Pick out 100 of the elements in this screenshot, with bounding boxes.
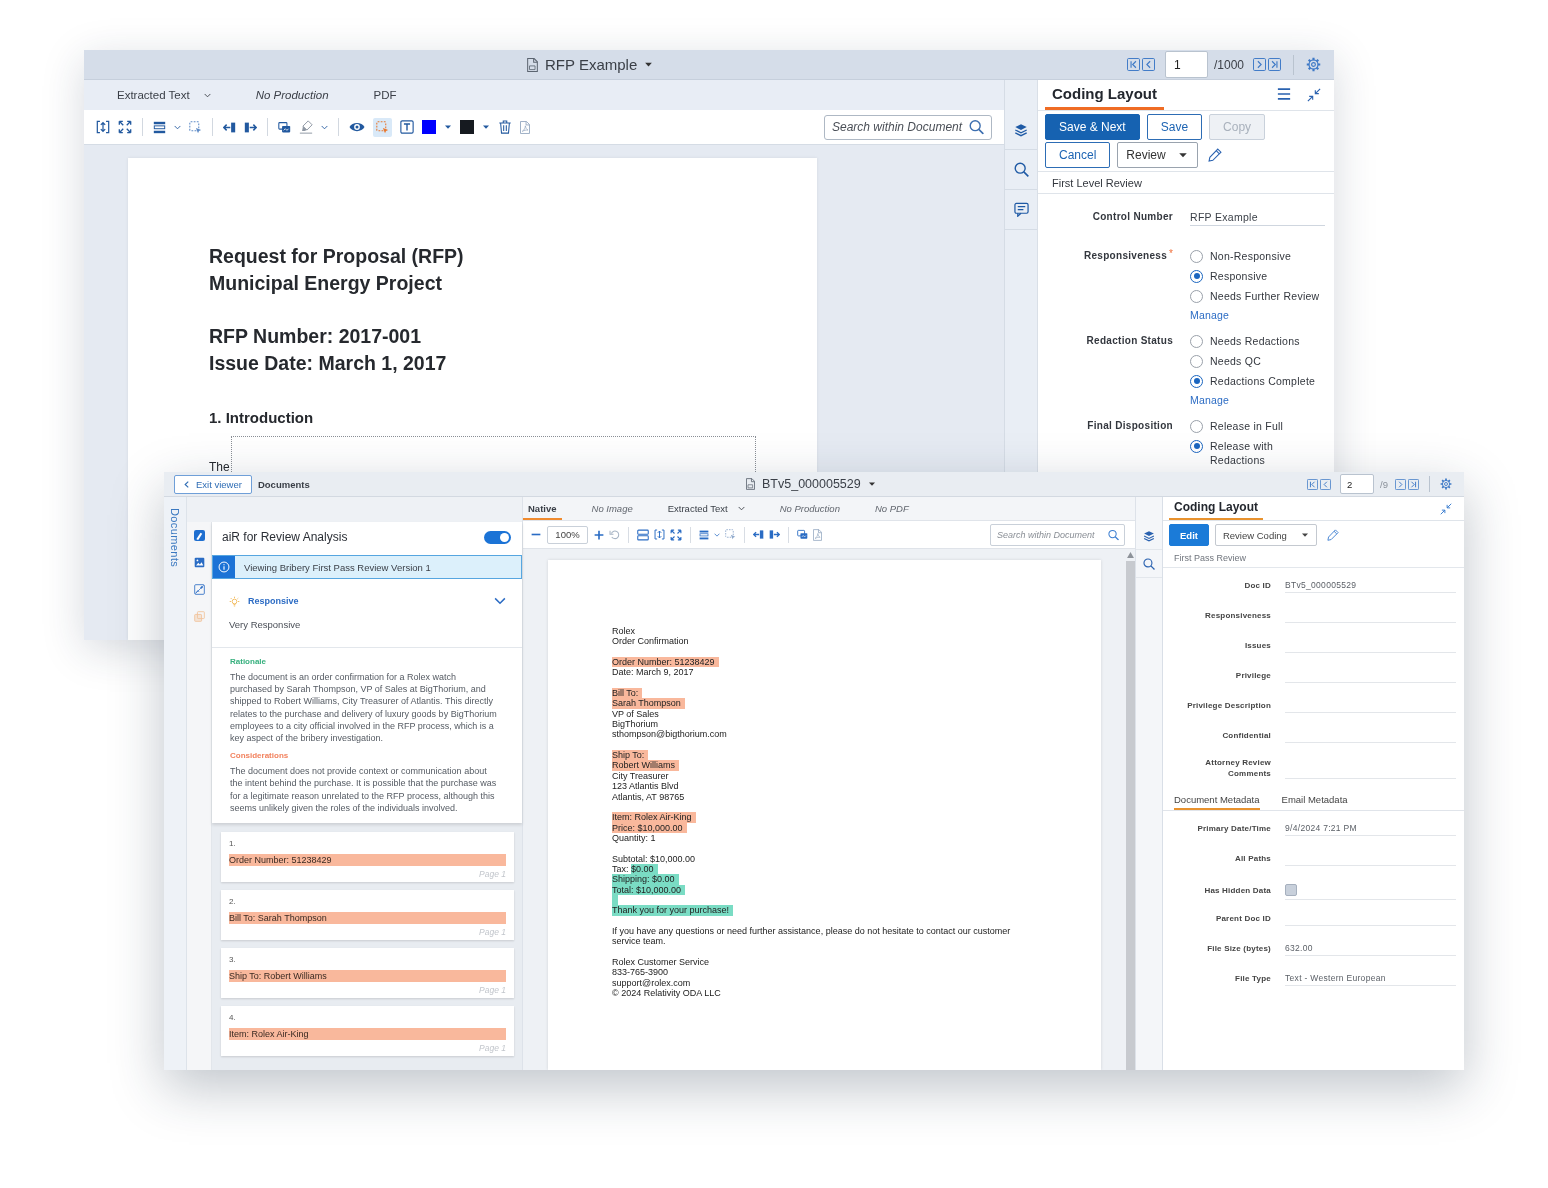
zoom-in-icon[interactable] [594,529,604,540]
color-swatch[interactable] [460,120,474,134]
expand-icon[interactable] [118,120,132,134]
action-button[interactable]: Edit [1169,524,1209,546]
comment-icon[interactable] [1013,202,1029,217]
last-page-icon[interactable] [1268,58,1281,71]
action-button[interactable]: Save [1146,114,1203,140]
image-edit-icon[interactable] [193,584,205,595]
option-label[interactable]: Needs QC [1210,354,1262,368]
layout-icon[interactable] [153,120,166,134]
search-icon[interactable] [1013,162,1029,177]
caret-icon[interactable] [867,480,876,488]
stack-icon[interactable] [797,529,808,540]
radio-button[interactable] [1190,289,1203,303]
selection-icon[interactable] [373,117,392,137]
scrollbar-thumb[interactable] [1126,561,1135,1070]
arrow-box-icon[interactable] [244,120,257,134]
option-label[interactable]: Redactions Complete [1210,374,1316,388]
pdf-icon[interactable] [520,120,530,134]
stack-icon[interactable] [278,120,291,134]
option-label[interactable]: Non-Responsive [1210,249,1292,263]
layers-icon[interactable] [1014,122,1028,137]
view-tab[interactable]: No Production [774,497,845,520]
search-field[interactable]: Search within Document [990,523,1125,546]
previous-page-icon[interactable] [1320,478,1332,490]
option-label[interactable]: Needs Further Review [1210,289,1320,303]
option-label[interactable]: Release in Full [1210,419,1284,433]
page-input[interactable]: 2 [1340,474,1375,494]
expand-icon[interactable] [670,528,682,541]
highlighter-icon[interactable] [299,120,313,134]
caret-icon[interactable] [482,123,490,131]
view-tab[interactable]: PDF [368,80,402,110]
breadcrumb[interactable]: Documents [257,478,310,490]
fit-page-icon[interactable] [637,528,649,541]
toggle-switch[interactable] [484,530,511,544]
image-icon[interactable] [193,557,205,568]
panel-tab[interactable]: Coding Layout [1169,500,1263,520]
arrow-box-icon[interactable] [753,529,764,540]
first-page-icon[interactable] [1126,58,1140,71]
pencil-icon[interactable] [1326,529,1339,541]
option-label[interactable]: Responsive [1210,269,1268,283]
text-field[interactable]: RFP Example [1190,208,1325,226]
radio-button[interactable] [1190,334,1203,348]
color-swatch[interactable] [422,120,436,134]
option-label[interactable]: Needs Redactions [1210,334,1300,348]
option-label[interactable]: Release with Redactions [1210,439,1322,467]
arrow-box-icon[interactable] [223,120,236,134]
radio-button[interactable] [1190,419,1203,433]
marquee-icon[interactable] [189,120,202,134]
action-button[interactable]: Save & Next [1045,114,1140,140]
view-tab[interactable]: Extracted Text [112,80,216,110]
text-tool-icon[interactable] [400,120,414,134]
scroll-up-icon[interactable] [1127,552,1134,558]
trash-icon[interactable] [498,120,512,134]
metadata-tab[interactable]: Email Metadata [1281,789,1348,810]
manage-link[interactable]: Manage [1190,391,1230,409]
view-tab[interactable]: Extracted Text [662,497,750,520]
search-icon[interactable] [1108,529,1119,540]
dropdown-button[interactable]: Review Coding [1214,524,1317,546]
layers-icon[interactable] [1143,529,1155,542]
radio-button[interactable] [1190,249,1203,263]
collapse-icon[interactable] [1307,88,1321,102]
previous-page-icon[interactable] [1141,58,1155,71]
settings-icon[interactable] [1306,57,1321,72]
caret-icon[interactable] [644,60,654,69]
fit-width-icon[interactable] [654,529,665,540]
action-button[interactable]: Cancel [1045,142,1111,168]
page-input[interactable]: 1 [1164,51,1208,78]
radio-button[interactable] [1190,354,1203,368]
zoom-field[interactable]: 100% [547,525,588,544]
fit-width-icon[interactable] [96,120,110,134]
metadata-tab[interactable]: Document Metadata [1174,789,1260,810]
search-field[interactable]: Search within Document [824,114,992,140]
settings-icon[interactable] [1440,478,1452,490]
manage-link[interactable]: Manage [1190,306,1230,324]
next-page-icon[interactable] [1253,58,1266,71]
caret-icon[interactable] [444,123,452,131]
marker-tile-icon[interactable] [193,530,205,541]
rotate-icon[interactable] [609,529,620,540]
layout-icon[interactable] [699,529,709,540]
marquee-icon[interactable] [725,529,736,540]
exit-viewer-button[interactable]: Exit viewer [174,474,252,494]
view-tab[interactable]: No Image [586,497,638,520]
last-page-icon[interactable] [1408,478,1419,490]
arrow-box-icon[interactable] [769,529,780,540]
search-icon[interactable] [969,119,984,135]
checkbox[interactable] [1285,883,1297,896]
panel-tab[interactable]: Coding Layout [1045,85,1164,110]
radio-button[interactable] [1190,374,1203,388]
first-page-icon[interactable] [1307,478,1319,490]
pencil-icon[interactable] [1207,148,1222,162]
view-tab[interactable]: No PDF [869,497,914,520]
search-icon[interactable] [1143,557,1155,570]
chevron-down-icon[interactable] [494,595,506,607]
collapse-icon[interactable] [1440,502,1452,515]
menu-icon[interactable] [1277,88,1291,100]
next-page-icon[interactable] [1395,478,1406,490]
side-tab[interactable]: Documents [169,508,181,568]
radio-button[interactable] [1190,269,1203,283]
radio-button[interactable] [1190,439,1203,453]
